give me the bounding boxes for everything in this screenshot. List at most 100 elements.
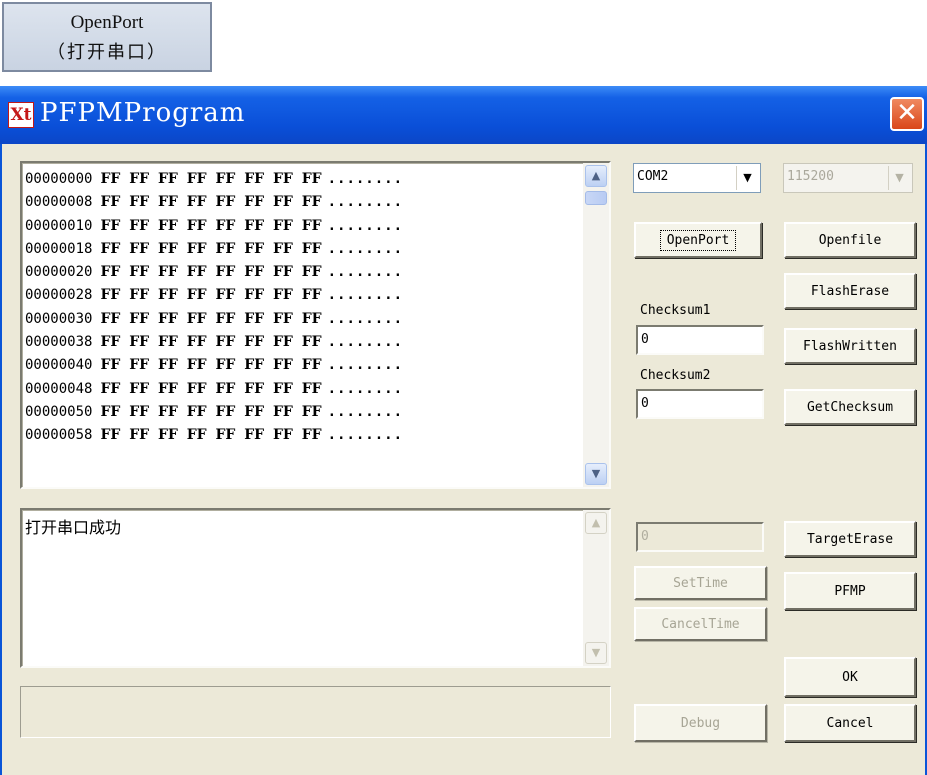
hex-address: 00000000 [25,171,93,187]
target-erase-button[interactable]: TargetErase [784,521,916,557]
hex-bytes: FF FF FF FF FF FF FF FF [100,217,322,234]
open-file-button[interactable]: Openfile [784,222,916,258]
cancel-time-label: CancelTime [661,616,740,632]
com-port-select[interactable]: COM2 ▼ [633,163,761,193]
log-scroll-down-button[interactable]: ▼ [585,642,607,664]
hex-address: 00000008 [25,194,93,211]
flash-erase-label: FlashErase [810,283,890,299]
hex-address: 00000058 [25,427,93,444]
hex-bytes: FF FF FF FF FF FF FF FF [100,357,322,374]
hex-address: 00000030 [25,310,93,327]
target-erase-label: TargetErase [806,531,894,547]
hex-line: 00000018 FF FF FF FF FF FF FF FF........ [25,239,570,262]
close-button[interactable]: ✕ [890,97,924,131]
hex-lines: 00000000 FF FF FF FF FF FF FF FF........ … [25,169,570,449]
hex-view[interactable]: 00000000 FF FF FF FF FF FF FF FF........ … [20,161,611,489]
pfmp-button[interactable]: PFMP [784,572,916,610]
window-title: PFPMProgram [40,98,246,128]
scroll-down-button[interactable]: ▼ [585,463,607,485]
hex-ascii: ........ [327,287,404,304]
flash-written-label: FlashWritten [803,338,897,354]
debug-label: Debug [680,715,721,731]
log-output[interactable]: 打开串口成功 ▲ ▼ [20,508,611,668]
get-checksum-button[interactable]: GetChecksum [784,389,916,425]
close-icon: ✕ [896,98,918,128]
hex-bytes: FF FF FF FF FF FF FF FF [100,403,322,420]
hex-ascii: ........ [327,357,404,374]
hex-address: 00000050 [25,403,93,420]
hex-ascii: ........ [327,427,404,444]
hex-ascii: ........ [327,217,404,234]
hex-scrollbar[interactable]: ▲ ▼ [583,163,609,487]
hex-ascii: ........ [327,240,404,257]
log-text: 打开串口成功 [25,518,122,537]
chevron-down-icon: ▼ [591,646,601,659]
hex-ascii: ........ [327,334,404,351]
open-file-label: Openfile [818,232,882,248]
hex-ascii: ........ [327,380,404,397]
set-time-label: SetTime [673,575,728,591]
log-scrollbar[interactable]: ▲ ▼ [583,510,609,666]
hex-line: 00000028 FF FF FF FF FF FF FF FF........ [25,285,570,308]
status-bar [20,686,611,738]
flash-written-button[interactable]: FlashWritten [784,328,916,364]
hex-line: 00000030 FF FF FF FF FF FF FF FF........ [25,309,570,332]
debug-button[interactable]: Debug [634,704,767,742]
hex-address: 00000038 [25,334,93,351]
com-port-value: COM2 [637,169,669,184]
hex-line: 00000058 FF FF FF FF FF FF FF FF........ [25,425,570,448]
cancel-label: Cancel [826,715,874,731]
hex-address: 00000020 [25,264,93,281]
dropdown-arrow-icon: ▼ [888,166,910,190]
app-icon: Xt [8,102,34,128]
hex-address: 00000010 [25,217,93,234]
hex-bytes: FF FF FF FF FF FF FF FF [100,427,322,444]
title-bar[interactable]: Xt PFPMProgram [0,86,927,144]
checksum2-label: Checksum2 [640,368,711,383]
dropdown-arrow-icon: ▼ [736,166,758,190]
get-checksum-label: GetChecksum [806,399,894,415]
hex-bytes: FF FF FF FF FF FF FF FF [100,287,322,304]
openport-callout-button[interactable]: OpenPort （打开串口） [2,2,212,72]
hex-line: 00000010 FF FF FF FF FF FF FF FF........ [25,216,570,239]
hex-bytes: FF FF FF FF FF FF FF FF [100,264,322,281]
log-scroll-up-button[interactable]: ▲ [585,512,607,534]
hex-bytes: FF FF FF FF FF FF FF FF [100,310,322,327]
chevron-down-icon: ▼ [591,467,601,480]
callout-title: OpenPort [70,12,144,33]
baud-rate-select[interactable]: 115200 ▼ [783,163,913,193]
ok-label: OK [842,669,858,685]
hex-line: 00000048 FF FF FF FF FF FF FF FF........ [25,379,570,402]
set-time-button[interactable]: SetTime [634,566,767,600]
scroll-up-button[interactable]: ▲ [585,165,607,187]
hex-ascii: ........ [327,194,404,211]
hex-bytes: FF FF FF FF FF FF FF FF [100,194,322,211]
ok-button[interactable]: OK [784,657,916,697]
hex-address: 00000048 [25,380,93,397]
hex-address: 00000018 [25,240,93,257]
open-port-label: OpenPort [659,229,737,251]
hex-line: 00000040 FF FF FF FF FF FF FF FF........ [25,355,570,378]
hex-line: 00000038 FF FF FF FF FF FF FF FF........ [25,332,570,355]
cancel-button[interactable]: Cancel [784,704,916,742]
open-port-button[interactable]: OpenPort [634,222,762,258]
hex-ascii: ........ [327,171,404,187]
chevron-up-icon: ▲ [591,169,601,182]
time-field[interactable]: 0 [636,522,764,552]
hex-line: 00000020 FF FF FF FF FF FF FF FF........ [25,262,570,285]
baud-rate-value: 115200 [787,169,834,184]
scroll-thumb[interactable] [585,191,607,205]
hex-bytes: FF FF FF FF FF FF FF FF [100,380,322,397]
hex-ascii: ........ [327,264,404,281]
checksum2-field[interactable]: 0 [636,389,764,419]
chevron-up-icon: ▲ [591,516,601,529]
hex-bytes: FF FF FF FF FF FF FF FF [100,334,322,351]
hex-line: 00000000 FF FF FF FF FF FF FF FF........ [25,169,570,192]
cancel-time-button[interactable]: CancelTime [634,607,767,641]
hex-address: 00000028 [25,287,93,304]
checksum1-field[interactable]: 0 [636,325,764,355]
hex-address: 00000040 [25,357,93,374]
flash-erase-button[interactable]: FlashErase [784,273,916,309]
hex-bytes: FF FF FF FF FF FF FF FF [100,171,322,187]
hex-ascii: ........ [327,403,404,420]
